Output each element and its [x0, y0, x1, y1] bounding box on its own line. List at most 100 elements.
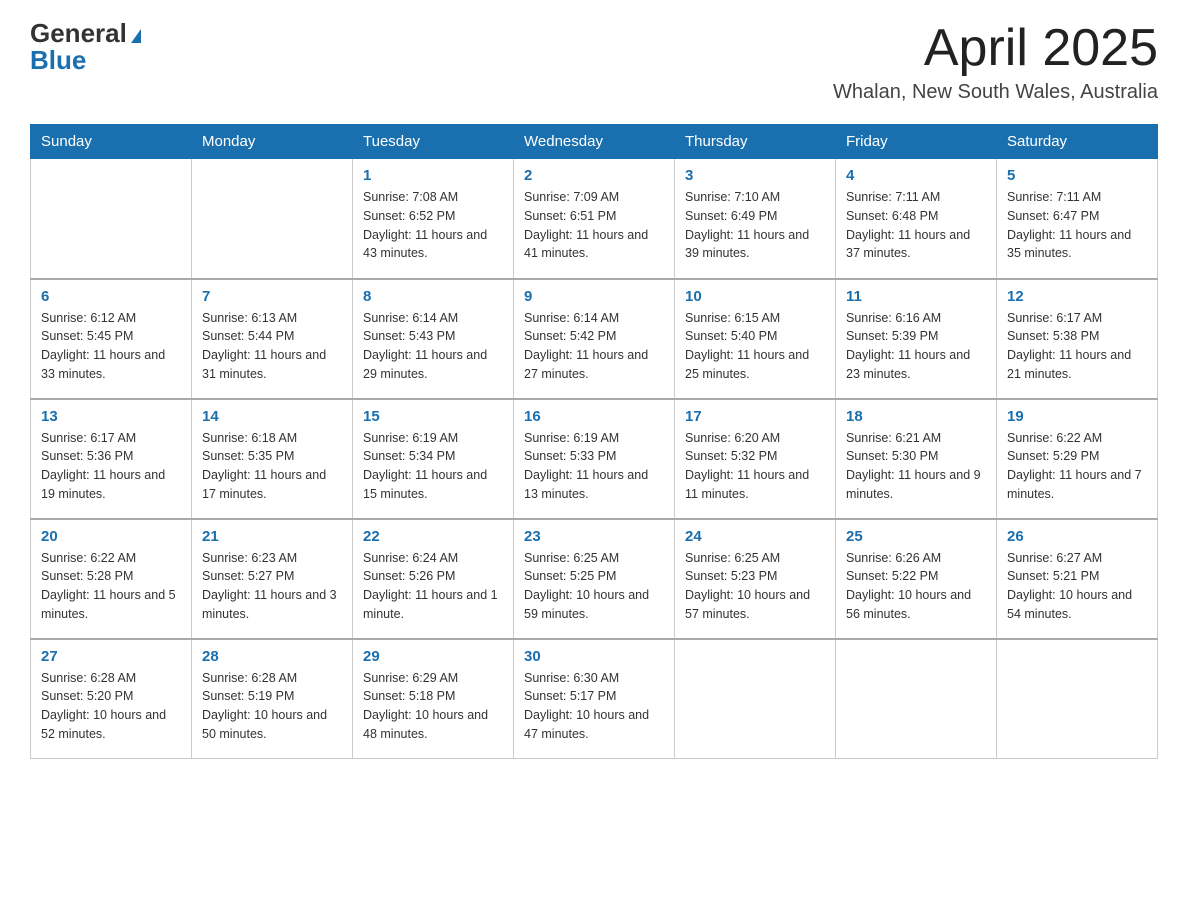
day-info: Sunrise: 6:22 AMSunset: 5:29 PMDaylight:… — [1007, 429, 1147, 504]
day-info: Sunrise: 7:10 AMSunset: 6:49 PMDaylight:… — [685, 188, 825, 263]
day-info: Sunrise: 7:11 AMSunset: 6:47 PMDaylight:… — [1007, 188, 1147, 263]
calendar-cell: 6 Sunrise: 6:12 AMSunset: 5:45 PMDaylight… — [31, 279, 192, 399]
day-number: 18 — [846, 408, 986, 425]
calendar-header-row: SundayMondayTuesdayWednesdayThursdayFrid… — [31, 125, 1158, 159]
day-number: 9 — [524, 288, 664, 305]
calendar-cell: 12 Sunrise: 6:17 AMSunset: 5:38 PMDayligh… — [997, 279, 1158, 399]
day-number: 24 — [685, 528, 825, 545]
calendar-cell: 17 Sunrise: 6:20 AMSunset: 5:32 PMDayligh… — [675, 399, 836, 519]
calendar-cell: 19 Sunrise: 6:22 AMSunset: 5:29 PMDayligh… — [997, 399, 1158, 519]
day-info: Sunrise: 6:27 AMSunset: 5:21 PMDaylight:… — [1007, 549, 1147, 624]
day-info: Sunrise: 6:30 AMSunset: 5:17 PMDaylight:… — [524, 669, 664, 744]
day-number: 21 — [202, 528, 342, 545]
day-number: 23 — [524, 528, 664, 545]
day-info: Sunrise: 6:19 AMSunset: 5:34 PMDaylight:… — [363, 429, 503, 504]
calendar-cell: 28Sunrise: 6:28 AMSunset: 5:19 PMDayligh… — [192, 639, 353, 759]
day-info: Sunrise: 6:16 AMSunset: 5:39 PMDaylight:… — [846, 309, 986, 384]
calendar-cell: 24 Sunrise: 6:25 AMSunset: 5:23 PMDayligh… — [675, 519, 836, 639]
weekday-header-thursday: Thursday — [675, 125, 836, 159]
weekday-header-sunday: Sunday — [31, 125, 192, 159]
day-info: Sunrise: 6:12 AMSunset: 5:45 PMDaylight:… — [41, 309, 181, 384]
day-info: Sunrise: 6:25 AMSunset: 5:25 PMDaylight:… — [524, 549, 664, 624]
calendar-cell: 16 Sunrise: 6:19 AMSunset: 5:33 PMDayligh… — [514, 399, 675, 519]
day-number: 27 — [41, 648, 181, 665]
day-info: Sunrise: 6:26 AMSunset: 5:22 PMDaylight:… — [846, 549, 986, 624]
calendar-week-row: 13 Sunrise: 6:17 AMSunset: 5:36 PMDayligh… — [31, 399, 1158, 519]
weekday-header-saturday: Saturday — [997, 125, 1158, 159]
page-header: General Blue April 2025 Whalan, New Sout… — [30, 20, 1158, 104]
calendar-week-row: 27 Sunrise: 6:28 AMSunset: 5:20 PMDayligh… — [31, 639, 1158, 759]
weekday-header-tuesday: Tuesday — [353, 125, 514, 159]
calendar-cell — [31, 159, 192, 279]
day-info: Sunrise: 6:23 AMSunset: 5:27 PMDaylight:… — [202, 549, 342, 624]
day-number: 1 — [363, 167, 503, 184]
calendar-week-row: 1Sunrise: 7:08 AMSunset: 6:52 PMDaylight… — [31, 159, 1158, 279]
day-info: Sunrise: 6:21 AMSunset: 5:30 PMDaylight:… — [846, 429, 986, 504]
calendar-cell: 29 Sunrise: 6:29 AMSunset: 5:18 PMDayligh… — [353, 639, 514, 759]
calendar-cell: 4 Sunrise: 7:11 AMSunset: 6:48 PMDaylight… — [836, 159, 997, 279]
calendar-cell: 13 Sunrise: 6:17 AMSunset: 5:36 PMDayligh… — [31, 399, 192, 519]
calendar-cell: 21 Sunrise: 6:23 AMSunset: 5:27 PMDayligh… — [192, 519, 353, 639]
logo-blue: Blue — [30, 45, 86, 75]
day-info: Sunrise: 6:14 AMSunset: 5:42 PMDaylight:… — [524, 309, 664, 384]
calendar-cell — [192, 159, 353, 279]
day-number: 29 — [363, 648, 503, 665]
day-info: Sunrise: 6:17 AMSunset: 5:38 PMDaylight:… — [1007, 309, 1147, 384]
day-info: Sunrise: 6:19 AMSunset: 5:33 PMDaylight:… — [524, 429, 664, 504]
calendar-table: SundayMondayTuesdayWednesdayThursdayFrid… — [30, 124, 1158, 759]
day-number: 6 — [41, 288, 181, 305]
calendar-cell: 2 Sunrise: 7:09 AMSunset: 6:51 PMDaylight… — [514, 159, 675, 279]
day-number: 7 — [202, 288, 342, 305]
calendar-cell: 10 Sunrise: 6:15 AMSunset: 5:40 PMDayligh… — [675, 279, 836, 399]
day-number: 16 — [524, 408, 664, 425]
calendar-cell: 25Sunrise: 6:26 AMSunset: 5:22 PMDayligh… — [836, 519, 997, 639]
logo-general: General — [30, 18, 127, 48]
calendar-cell: 7 Sunrise: 6:13 AMSunset: 5:44 PMDaylight… — [192, 279, 353, 399]
day-number: 17 — [685, 408, 825, 425]
day-info: Sunrise: 6:17 AMSunset: 5:36 PMDaylight:… — [41, 429, 181, 504]
day-number: 20 — [41, 528, 181, 545]
logo-arrow-icon — [131, 29, 141, 43]
day-number: 19 — [1007, 408, 1147, 425]
day-number: 2 — [524, 167, 664, 184]
calendar-cell: 27 Sunrise: 6:28 AMSunset: 5:20 PMDayligh… — [31, 639, 192, 759]
day-info: Sunrise: 6:29 AMSunset: 5:18 PMDaylight:… — [363, 669, 503, 744]
calendar-cell: 20 Sunrise: 6:22 AMSunset: 5:28 PMDayligh… — [31, 519, 192, 639]
day-info: Sunrise: 6:28 AMSunset: 5:20 PMDaylight:… — [41, 669, 181, 744]
calendar-cell — [836, 639, 997, 759]
day-number: 12 — [1007, 288, 1147, 305]
calendar-cell: 5 Sunrise: 7:11 AMSunset: 6:47 PMDaylight… — [997, 159, 1158, 279]
day-info: Sunrise: 6:14 AMSunset: 5:43 PMDaylight:… — [363, 309, 503, 384]
calendar-cell: 30Sunrise: 6:30 AMSunset: 5:17 PMDayligh… — [514, 639, 675, 759]
month-title: April 2025 — [833, 20, 1158, 77]
calendar-cell — [675, 639, 836, 759]
calendar-cell: 9 Sunrise: 6:14 AMSunset: 5:42 PMDaylight… — [514, 279, 675, 399]
logo: General Blue — [30, 20, 141, 73]
calendar-cell: 22Sunrise: 6:24 AMSunset: 5:26 PMDayligh… — [353, 519, 514, 639]
day-info: Sunrise: 6:24 AMSunset: 5:26 PMDaylight:… — [363, 549, 503, 624]
day-info: Sunrise: 6:13 AMSunset: 5:44 PMDaylight:… — [202, 309, 342, 384]
day-number: 28 — [202, 648, 342, 665]
day-number: 10 — [685, 288, 825, 305]
day-number: 26 — [1007, 528, 1147, 545]
day-number: 13 — [41, 408, 181, 425]
day-number: 4 — [846, 167, 986, 184]
day-info: Sunrise: 7:09 AMSunset: 6:51 PMDaylight:… — [524, 188, 664, 263]
day-info: Sunrise: 6:20 AMSunset: 5:32 PMDaylight:… — [685, 429, 825, 504]
day-number: 8 — [363, 288, 503, 305]
day-info: Sunrise: 6:15 AMSunset: 5:40 PMDaylight:… — [685, 309, 825, 384]
day-info: Sunrise: 6:25 AMSunset: 5:23 PMDaylight:… — [685, 549, 825, 624]
location-subtitle: Whalan, New South Wales, Australia — [833, 81, 1158, 104]
day-info: Sunrise: 6:18 AMSunset: 5:35 PMDaylight:… — [202, 429, 342, 504]
calendar-cell: 15Sunrise: 6:19 AMSunset: 5:34 PMDayligh… — [353, 399, 514, 519]
weekday-header-wednesday: Wednesday — [514, 125, 675, 159]
weekday-header-monday: Monday — [192, 125, 353, 159]
calendar-cell: 23 Sunrise: 6:25 AMSunset: 5:25 PMDayligh… — [514, 519, 675, 639]
calendar-cell: 8 Sunrise: 6:14 AMSunset: 5:43 PMDaylight… — [353, 279, 514, 399]
calendar-cell: 18 Sunrise: 6:21 AMSunset: 5:30 PMDayligh… — [836, 399, 997, 519]
day-number: 5 — [1007, 167, 1147, 184]
day-info: Sunrise: 7:11 AMSunset: 6:48 PMDaylight:… — [846, 188, 986, 263]
day-info: Sunrise: 6:22 AMSunset: 5:28 PMDaylight:… — [41, 549, 181, 624]
calendar-cell: 26 Sunrise: 6:27 AMSunset: 5:21 PMDayligh… — [997, 519, 1158, 639]
calendar-cell: 3Sunrise: 7:10 AMSunset: 6:49 PMDaylight… — [675, 159, 836, 279]
